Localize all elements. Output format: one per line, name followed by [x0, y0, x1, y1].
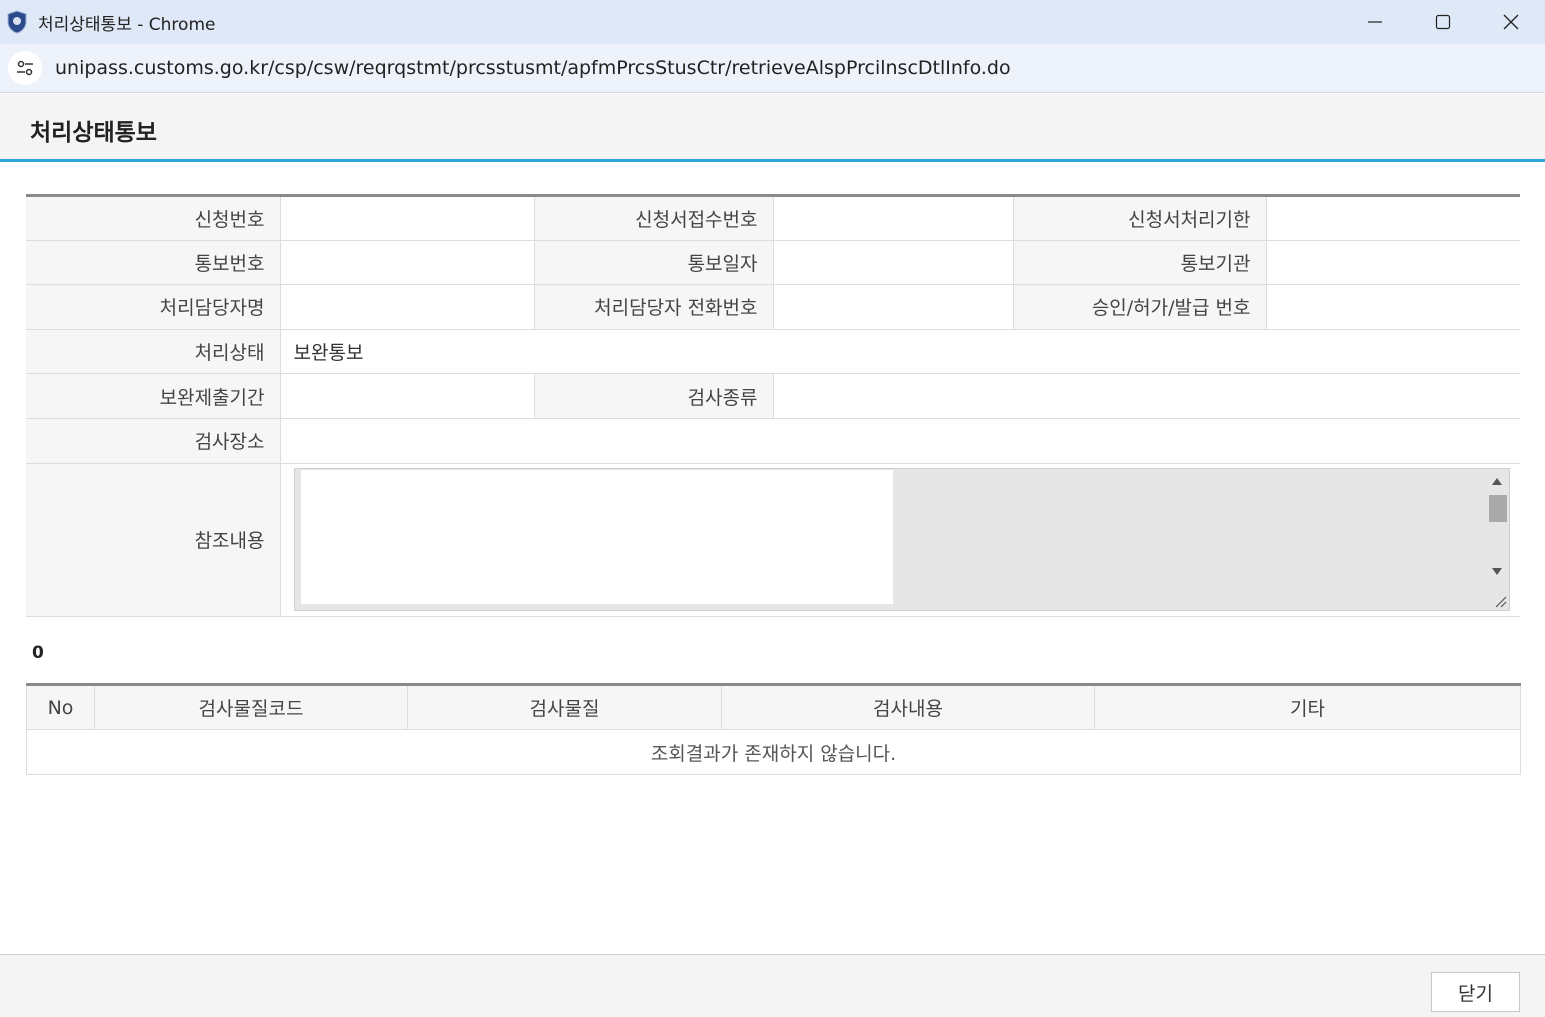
- popup-footer: 닫기: [0, 954, 1545, 1017]
- receipt-no-value: [773, 195, 1014, 241]
- inspection-type-label: 검사종류: [534, 373, 774, 419]
- window-controls: [1341, 0, 1545, 44]
- browser-titlebar: 처리상태통보 - Chrome: [0, 0, 1545, 44]
- customs-shield-icon: [7, 10, 27, 34]
- resize-grip-icon[interactable]: [1493, 594, 1507, 608]
- minimize-icon: [1368, 21, 1382, 23]
- receipt-no-label: 신청서접수번호: [534, 195, 774, 241]
- supplement-period-label: 보완제출기간: [26, 373, 281, 419]
- reference-label: 참조내용: [26, 463, 281, 617]
- inspection-type-value: [773, 373, 1520, 419]
- column-header: 검사물질: [407, 684, 722, 730]
- notice-date-value: [773, 240, 1014, 286]
- approval-no-value: [1266, 284, 1520, 330]
- approval-no-label: 승인/허가/발급 번호: [1013, 284, 1267, 330]
- scroll-up-icon[interactable]: [1491, 478, 1502, 486]
- column-header: No: [26, 684, 95, 730]
- info-row: 처리담당자명 처리담당자 전화번호 승인/허가/발급 번호: [26, 284, 1520, 330]
- inspection-place-label: 검사장소: [26, 418, 281, 464]
- status-value: 보완통보: [280, 329, 1520, 375]
- notice-no-value: [280, 240, 535, 286]
- reference-box: [293, 468, 1510, 612]
- reference-cell: [280, 463, 1520, 617]
- app-no-value: [280, 195, 535, 241]
- address-bar: unipass.customs.go.kr/csp/csw/reqrqstmt/…: [0, 44, 1545, 93]
- site-info-button[interactable]: [8, 51, 42, 85]
- info-table: 신청번호 신청서접수번호 신청서처리기한 통보번호 통보일자 통보기관 처리담당…: [26, 194, 1520, 617]
- info-row: 신청번호 신청서접수번호 신청서처리기한: [26, 195, 1520, 241]
- column-header: 기타: [1094, 684, 1521, 730]
- supplement-period-value: [280, 373, 535, 419]
- close-button[interactable]: 닫기: [1431, 972, 1520, 1012]
- info-row: 참조내용: [26, 463, 1520, 617]
- officer-name-value: [280, 284, 535, 330]
- officer-phone-value: [773, 284, 1014, 330]
- notice-no-label: 통보번호: [26, 240, 281, 286]
- maximize-icon: [1435, 14, 1451, 30]
- deadline-label: 신청서처리기한: [1013, 195, 1267, 241]
- minimize-button[interactable]: [1341, 0, 1409, 44]
- officer-name-label: 처리담당자명: [26, 284, 281, 330]
- reference-textarea[interactable]: [300, 470, 893, 605]
- column-header: 검사물질코드: [94, 684, 408, 730]
- url-text[interactable]: unipass.customs.go.kr/csp/csw/reqrqstmt/…: [55, 57, 1011, 79]
- scroll-down-icon[interactable]: [1491, 568, 1502, 576]
- scroll-thumb[interactable]: [1488, 495, 1507, 523]
- result-count: 0: [32, 643, 44, 663]
- close-window-button[interactable]: [1477, 0, 1545, 44]
- info-row: 처리상태 보완통보: [26, 329, 1520, 375]
- status-label: 처리상태: [26, 329, 281, 375]
- empty-message: 조회결과가 존재하지 않습니다.: [26, 729, 1521, 775]
- reference-scrollbar[interactable]: [1485, 469, 1509, 610]
- inspection-list-table: No 검사물질코드 검사물질 검사내용 기타 조회결과가 존재하지 않습니다.: [26, 683, 1521, 775]
- deadline-value: [1266, 195, 1520, 241]
- info-row: 통보번호 통보일자 통보기관: [26, 240, 1520, 286]
- page-title: 처리상태통보: [30, 120, 157, 146]
- info-row: 검사장소: [26, 418, 1520, 464]
- info-row: 보완제출기간 검사종류: [26, 373, 1520, 419]
- tune-icon: [17, 60, 33, 76]
- close-icon: [1503, 14, 1519, 30]
- app-no-label: 신청번호: [26, 195, 281, 241]
- maximize-button[interactable]: [1409, 0, 1477, 44]
- notice-org-label: 통보기관: [1013, 240, 1267, 286]
- notice-date-label: 통보일자: [534, 240, 774, 286]
- window-title: 처리상태통보 - Chrome: [38, 14, 216, 35]
- popup-header: 처리상태통보: [0, 94, 1545, 162]
- officer-phone-label: 처리담당자 전화번호: [534, 284, 774, 330]
- notice-org-value: [1266, 240, 1520, 286]
- table-header-row: No 검사물질코드 검사물질 검사내용 기타: [26, 684, 1521, 730]
- inspection-place-value: [280, 418, 1520, 464]
- column-header: 검사내용: [721, 684, 1095, 730]
- table-row: 조회결과가 존재하지 않습니다.: [26, 729, 1521, 775]
